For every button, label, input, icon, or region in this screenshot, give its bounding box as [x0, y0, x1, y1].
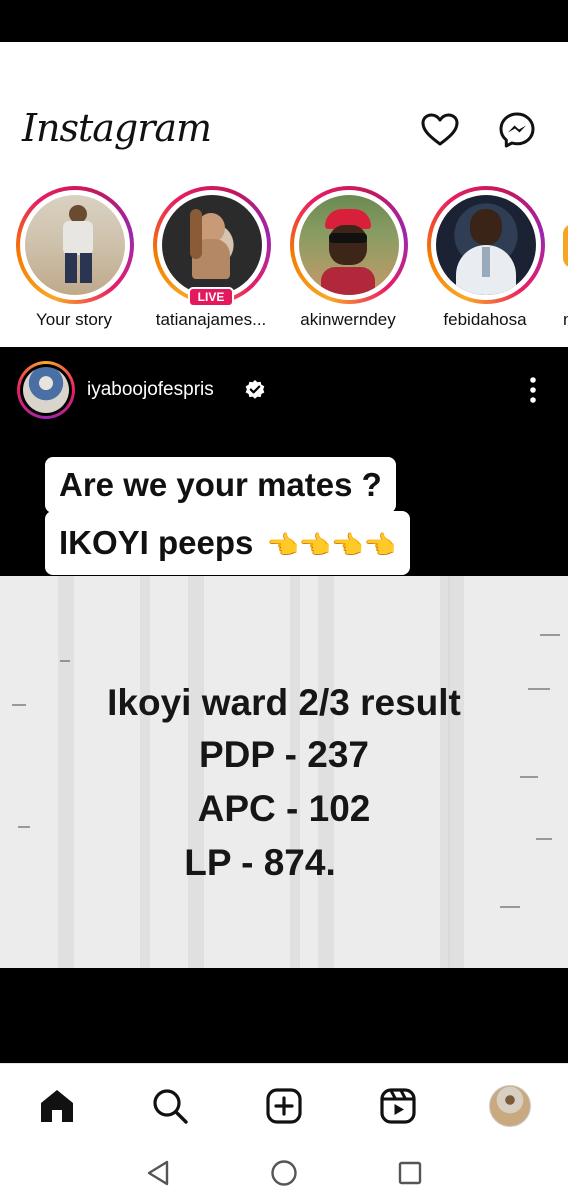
story-avatar [299, 195, 399, 295]
heart-icon[interactable] [420, 110, 460, 150]
profile-avatar[interactable] [488, 1084, 532, 1128]
app-screen: Instagram Your story LIVE tatianajames..… [0, 0, 568, 1200]
story-ring [290, 186, 408, 304]
story-name: tatianajames... [155, 310, 267, 329]
caption-line-2: IKOYI peeps 👈👈👈👈 [45, 511, 411, 575]
bottom-navigation [0, 1063, 568, 1147]
reels-icon[interactable] [376, 1084, 420, 1128]
more-options-icon[interactable] [522, 375, 544, 405]
stories-tray: Your story LIVE tatianajames... akinwern… [0, 184, 568, 344]
story-name: n [563, 310, 568, 329]
top-header: Instagram [0, 88, 568, 172]
story-name: febidahosa [443, 310, 527, 329]
story-tatianajames[interactable]: LIVE tatianajames... [141, 184, 281, 344]
story-avatar [162, 195, 262, 295]
story-name: akinwerndey [300, 310, 396, 329]
instagram-logo[interactable]: Instagram [22, 106, 212, 150]
caption-line-1: Are we your mates ? [45, 457, 396, 513]
feed-post: iyaboojofespris Are we your mates ? IKOY… [0, 347, 568, 1063]
recents-icon[interactable] [392, 1155, 428, 1191]
result-pdp: PDP - 237 [198, 734, 370, 775]
post-author-avatar[interactable] [17, 361, 75, 419]
story-avatar [25, 195, 125, 295]
story-name: Your story [36, 310, 112, 329]
live-badge: LIVE [188, 287, 234, 307]
verified-badge-icon [244, 379, 266, 401]
story-partial[interactable]: n [563, 184, 568, 344]
home-icon[interactable] [35, 1084, 79, 1128]
search-icon[interactable] [148, 1084, 192, 1128]
result-apc: APC - 102 [197, 788, 371, 829]
post-username[interactable]: iyaboojofespris [87, 379, 214, 401]
result-lp: LP - 874. [184, 842, 336, 883]
story-avatar [436, 195, 536, 295]
post-image[interactable]: Ikoyi ward 2/3 result PDP - 237 APC - 10… [0, 576, 568, 968]
story-ring [16, 186, 134, 304]
status-bar [0, 0, 568, 42]
caption-text: Are we your mates ? [59, 466, 382, 503]
post-header: iyaboojofespris [0, 347, 568, 435]
system-navigation-bar [0, 1147, 568, 1200]
messenger-icon[interactable] [497, 110, 537, 150]
story-febidahosa[interactable]: febidahosa [415, 184, 555, 344]
caption-text: IKOYI peeps [59, 524, 254, 561]
story-ring [427, 186, 545, 304]
pointing-emoji: 👈👈👈👈 [266, 530, 397, 560]
back-icon[interactable] [140, 1155, 176, 1191]
result-title: Ikoyi ward 2/3 result [107, 682, 461, 723]
home-circle-icon[interactable] [266, 1155, 302, 1191]
story-your-story[interactable]: Your story [4, 184, 144, 344]
story-akinwerndey[interactable]: akinwerndey [278, 184, 418, 344]
create-icon[interactable] [262, 1084, 306, 1128]
